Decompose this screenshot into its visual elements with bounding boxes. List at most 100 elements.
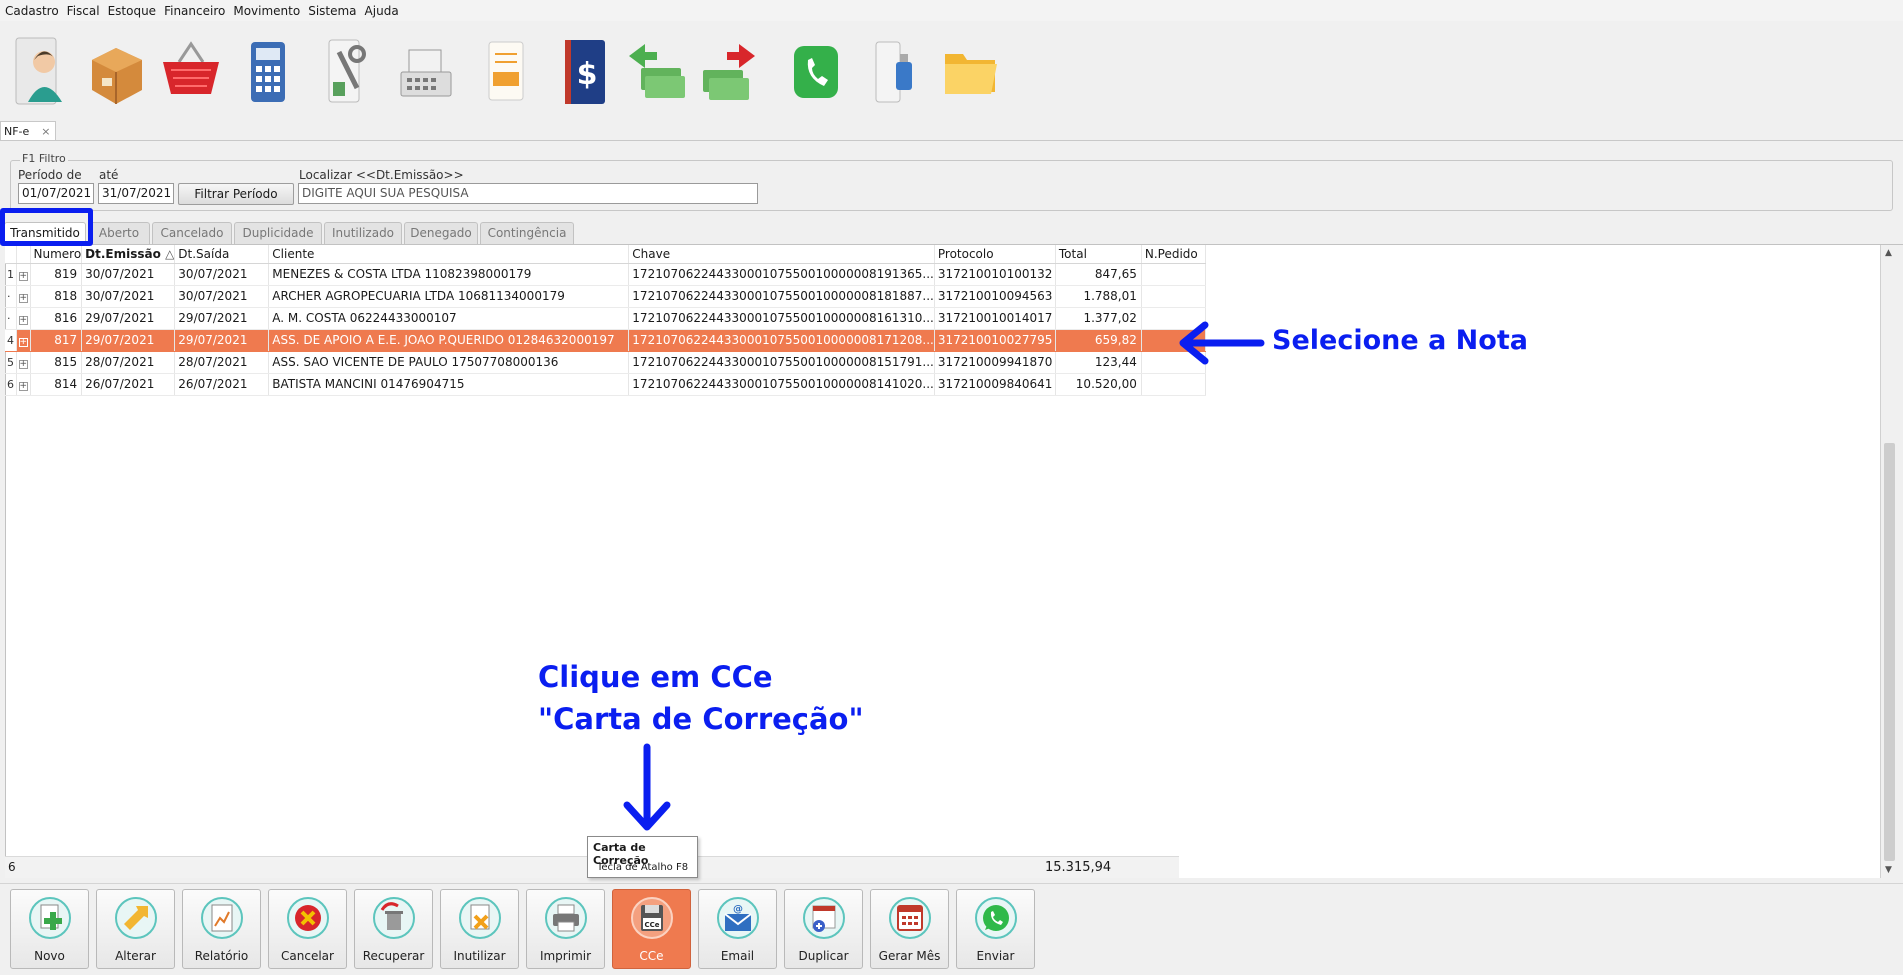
cell-protocolo: 317210010100132 xyxy=(934,263,1056,286)
cell-dt-saida: 29/07/2021 xyxy=(174,307,270,330)
cancelar-label: Cancelar xyxy=(281,949,334,963)
imprimir-button[interactable]: Imprimir xyxy=(526,889,605,969)
relatorio-button[interactable]: Relatório xyxy=(182,889,261,969)
cell-numero: 817 xyxy=(30,329,83,352)
left-arrow-icon xyxy=(1179,321,1265,365)
relatorio-label: Relatório xyxy=(194,949,249,963)
expand-icon[interactable]: + xyxy=(16,351,31,374)
enviar-button[interactable]: Enviar xyxy=(956,889,1035,969)
doc-tab-nfe[interactable]: NF-e × xyxy=(0,121,56,141)
menu-ajuda[interactable]: Ajuda xyxy=(365,4,399,18)
header-n-pedido[interactable]: N.Pedido xyxy=(1141,245,1206,264)
expand-icon[interactable]: + xyxy=(16,373,31,396)
alterar-label: Alterar xyxy=(115,949,156,963)
menu-financeiro[interactable]: Financeiro xyxy=(164,4,225,18)
header-cliente[interactable]: Cliente xyxy=(268,245,630,264)
table-row[interactable]: 6 + 814 26/07/2021 26/07/2021 BATISTA MA… xyxy=(5,373,1206,396)
cce-button[interactable]: CCe CCe xyxy=(612,889,691,969)
tab-aberto[interactable]: Aberto xyxy=(88,222,150,244)
novo-button[interactable]: Novo xyxy=(10,889,89,969)
whatsapp-icon xyxy=(975,897,1017,939)
vertical-scrollbar[interactable]: ▲ ▼ xyxy=(1880,245,1898,878)
expand-icon[interactable]: + xyxy=(16,307,31,330)
table-row[interactable]: 1 + 819 30/07/2021 30/07/2021 MENEZES & … xyxy=(5,263,1206,286)
money-receive-icon[interactable] xyxy=(623,32,687,110)
edit-arrows-icon xyxy=(115,897,157,939)
tab-cancelado[interactable]: Cancelado xyxy=(152,222,232,244)
tab-denegado[interactable]: Denegado xyxy=(404,222,478,244)
scroll-thumb[interactable] xyxy=(1884,443,1895,861)
header-index xyxy=(5,245,17,264)
recuperar-button[interactable]: Recuperar xyxy=(354,889,433,969)
tab-inutilizado[interactable]: Inutilizado xyxy=(324,222,402,244)
duplicar-button[interactable]: Duplicar xyxy=(784,889,863,969)
expand-icon[interactable]: + xyxy=(16,263,31,286)
gerar-mes-button[interactable]: Gerar Mês xyxy=(870,889,949,969)
cell-chave: 17210706224433000107550010000008181887..… xyxy=(628,285,935,308)
enviar-label: Enviar xyxy=(976,949,1015,963)
period-to-label: até xyxy=(99,168,119,182)
header-expand xyxy=(16,245,31,264)
table-row[interactable]: · + 818 30/07/2021 30/07/2021 ARCHER AGR… xyxy=(5,285,1206,308)
calculator-icon[interactable] xyxy=(237,32,301,110)
tab-duplicidade[interactable]: Duplicidade xyxy=(234,222,322,244)
search-input[interactable]: DIGITE AQUI SUA PESQUISA xyxy=(298,183,758,204)
table-row[interactable]: 5 + 815 28/07/2021 28/07/2021 ASS. SAO V… xyxy=(5,351,1206,374)
header-chave[interactable]: Chave xyxy=(628,245,935,264)
menu-sistema[interactable]: Sistema xyxy=(308,4,356,18)
menu-movimento[interactable]: Movimento xyxy=(233,4,300,18)
cell-dt-saida: 30/07/2021 xyxy=(174,263,270,286)
client-icon[interactable] xyxy=(10,32,74,110)
scroll-up-icon[interactable]: ▲ xyxy=(1885,248,1892,258)
usb-backup-icon[interactable] xyxy=(862,32,926,110)
filter-period-button[interactable]: Filtrar Período xyxy=(178,183,294,205)
cell-total: 659,82 xyxy=(1055,329,1142,352)
cell-total: 847,65 xyxy=(1055,263,1142,286)
menu-estoque[interactable]: Estoque xyxy=(108,4,157,18)
footer-total: 15.315,94 xyxy=(1045,860,1112,875)
finance-book-icon[interactable]: $ xyxy=(553,32,617,110)
menu-cadastro[interactable]: Cadastro xyxy=(5,4,59,18)
report-chart-icon xyxy=(201,897,243,939)
phone-icon[interactable] xyxy=(784,32,848,110)
header-numero[interactable]: Numero xyxy=(30,245,83,264)
imprimir-label: Imprimir xyxy=(539,949,592,963)
expand-icon[interactable]: + xyxy=(16,329,31,352)
header-dt-saida[interactable]: Dt.Saída xyxy=(174,245,270,264)
cell-cliente: MENEZES & COSTA LTDA 11082398000179 xyxy=(268,263,630,286)
expand-icon[interactable]: + xyxy=(16,285,31,308)
table-row-selected[interactable]: 4 + 817 29/07/2021 29/07/2021 ASS. DE AP… xyxy=(5,329,1206,352)
product-box-icon[interactable] xyxy=(84,32,148,110)
action-toolbar: Novo Alterar Relatório Cancelar Recupera… xyxy=(0,883,1903,975)
money-pay-icon[interactable] xyxy=(697,32,761,110)
email-button[interactable]: @ Email xyxy=(698,889,777,969)
alterar-button[interactable]: Alterar xyxy=(96,889,175,969)
cell-total: 1.788,01 xyxy=(1055,285,1142,308)
header-dt-emissao[interactable]: Dt.Emissão △ xyxy=(81,245,176,264)
menu-fiscal[interactable]: Fiscal xyxy=(67,4,100,18)
nfe-document-icon[interactable] xyxy=(475,32,539,110)
doc-tab-divider xyxy=(0,140,1903,141)
table-row[interactable]: · + 816 29/07/2021 29/07/2021 A. M. COST… xyxy=(5,307,1206,330)
date-from-field[interactable]: 01/07/2021 xyxy=(18,183,94,204)
inutilizar-label: Inutilizar xyxy=(453,949,506,963)
cell-numero: 819 xyxy=(30,263,83,286)
cash-register-icon[interactable] xyxy=(393,32,457,110)
tab-contingencia[interactable]: Contingência xyxy=(480,222,574,244)
cell-protocolo: 317210010094563 xyxy=(934,285,1056,308)
tools-icon[interactable] xyxy=(317,32,381,110)
scroll-down-icon[interactable]: ▼ xyxy=(1885,865,1892,875)
close-icon[interactable]: × xyxy=(41,125,50,138)
row-index: · xyxy=(5,285,17,308)
inutilizar-button[interactable]: Inutilizar xyxy=(440,889,519,969)
folder-icon[interactable] xyxy=(939,32,1003,110)
cell-dt-emissao: 30/07/2021 xyxy=(81,263,176,286)
shopping-basket-icon[interactable] xyxy=(159,32,223,110)
cell-cliente: A. M. COSTA 06224433000107 xyxy=(268,307,630,330)
header-protocolo[interactable]: Protocolo xyxy=(934,245,1056,264)
header-total[interactable]: Total xyxy=(1055,245,1142,264)
cancelar-button[interactable]: Cancelar xyxy=(268,889,347,969)
cell-n-pedido xyxy=(1141,263,1206,286)
date-to-field[interactable]: 31/07/2021 xyxy=(98,183,174,204)
nfe-grid: Numero Dt.Emissão △ Dt.Saída Cliente Cha… xyxy=(5,245,1206,396)
